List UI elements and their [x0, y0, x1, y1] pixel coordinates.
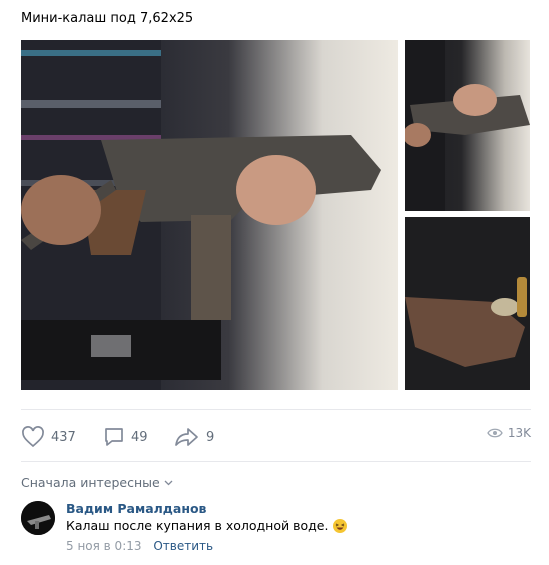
photo-main-illustration: [21, 40, 381, 390]
eye-icon: [487, 428, 503, 438]
heart-icon: [22, 426, 44, 448]
post-photo-3[interactable]: [405, 217, 530, 390]
like-count: 437: [51, 429, 76, 445]
comment-meta: 5 ноя в 0:13 Ответить: [66, 539, 213, 553]
comment-sort-dropdown[interactable]: Сначала интересные: [21, 475, 173, 490]
post-text: Мини-калаш под 7,62х25: [21, 11, 194, 26]
photo-3-illustration: [405, 217, 530, 390]
sort-label: Сначала интересные: [21, 475, 160, 490]
share-arrow-icon: [175, 428, 198, 446]
divider-top: [21, 409, 531, 410]
reply-link[interactable]: Ответить: [153, 539, 213, 553]
comment-icon: [105, 428, 123, 446]
comment-text: Калаш после купания в холодной воде.: [66, 518, 329, 533]
like-button[interactable]: 437: [21, 426, 76, 448]
chevron-down-icon: [164, 480, 173, 485]
post-photo-2[interactable]: [405, 40, 530, 211]
comment-author[interactable]: Вадим Рамалданов: [66, 501, 206, 516]
comment-count: 49: [131, 429, 148, 445]
photo-2-illustration: [405, 40, 530, 211]
share-button[interactable]: 9: [174, 426, 214, 448]
comment-button[interactable]: 49: [103, 426, 148, 448]
views-counter: 13K: [487, 426, 531, 440]
share-count: 9: [206, 429, 215, 445]
divider-bottom: [21, 461, 531, 462]
avatar[interactable]: [21, 501, 55, 535]
views-count: 13K: [507, 426, 531, 440]
avatar-image: [21, 501, 55, 535]
post-photo-main[interactable]: [21, 40, 398, 390]
laughing-emoji-icon: [333, 518, 348, 533]
comment-date[interactable]: 5 ноя в 0:13: [66, 539, 142, 553]
comment-text-row: Калаш после купания в холодной воде.: [66, 518, 348, 533]
